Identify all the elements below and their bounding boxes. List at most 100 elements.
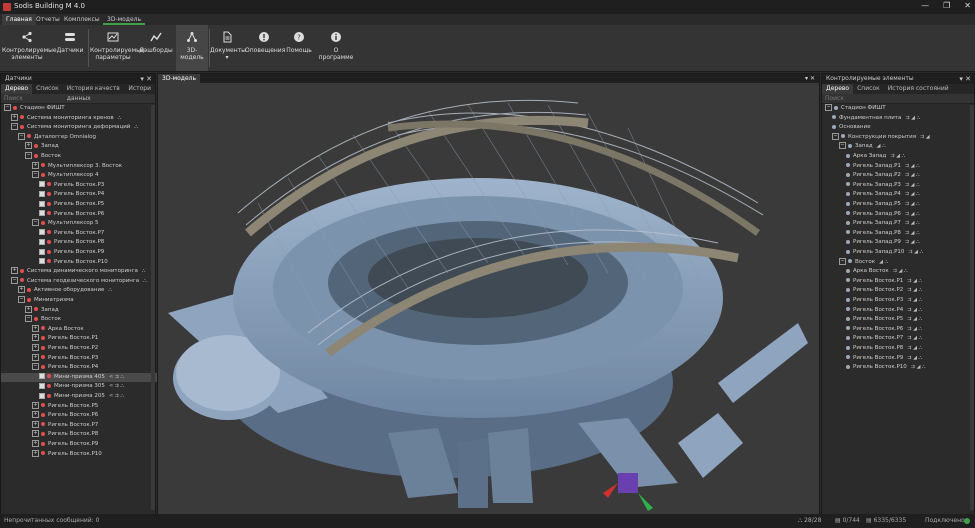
stadium-model[interactable] bbox=[158, 83, 819, 513]
tree-row[interactable]: Ригель Запад.Р7 ⇉ ◢ ⛬ bbox=[822, 219, 975, 229]
checkbox[interactable] bbox=[39, 392, 45, 399]
tab-tree[interactable]: Дерево bbox=[1, 84, 33, 94]
tree-row[interactable]: Ригель Запад.Р2 ⇉ ◢ ⛬ bbox=[822, 171, 975, 181]
tree-row[interactable]: Ригель Восток.Р2 ⇉ ◢ ⛬ bbox=[822, 286, 975, 296]
row-actions-icon[interactable]: ⛬ bbox=[143, 278, 147, 284]
row-actions-icon[interactable]: ⇉ ◢ ⛬ bbox=[905, 182, 920, 188]
row-actions-icon[interactable]: ◢ ⛬ bbox=[877, 143, 886, 149]
tree-row[interactable]: Ригель Восток.Р9 ⇉ ◢ ⛬ bbox=[822, 354, 975, 364]
expand-icon[interactable]: + bbox=[11, 267, 18, 275]
tree-row[interactable]: Ригель Восток.Р3 ⇉ ◢ ⛬ bbox=[822, 296, 975, 306]
row-actions-icon[interactable]: ⋖ ⇉ ⛬ bbox=[109, 383, 124, 389]
row-actions-icon[interactable]: ◢ ⛬ bbox=[879, 259, 888, 265]
row-actions-icon[interactable]: ⋖ ⇉ ⛬ bbox=[109, 374, 124, 380]
collapse-icon[interactable]: − bbox=[32, 363, 39, 371]
row-actions-icon[interactable]: ⛬ bbox=[142, 268, 146, 274]
row-actions-icon[interactable]: ⇉ ◢ ⛬ bbox=[905, 211, 920, 217]
tree-row[interactable]: Ригель Восток.Р4 ⇉ ◢ ⛬ bbox=[822, 306, 975, 316]
panel-menu-button[interactable]: ▾ bbox=[140, 75, 144, 83]
collapse-icon[interactable]: − bbox=[825, 104, 832, 111]
3d-viewport[interactable]: 3D-модель ▾ ✕ bbox=[157, 73, 820, 515]
tree-row[interactable]: − Система геодезического мониторинга ⛬ bbox=[1, 276, 159, 287]
viewport-close-button[interactable]: ✕ bbox=[810, 75, 815, 82]
collapse-icon[interactable]: − bbox=[18, 296, 25, 303]
tab-history[interactable]: Истори bbox=[124, 84, 155, 94]
row-actions-icon[interactable]: ⇉ ◢ ⛬ bbox=[905, 172, 920, 178]
checkbox[interactable] bbox=[39, 210, 45, 217]
tree-row[interactable]: Ригель Запад.Р4 ⇉ ◢ ⛬ bbox=[822, 190, 975, 200]
tree-row[interactable]: + Система мониторинга кренов ⛬ bbox=[1, 113, 159, 124]
collapse-icon[interactable]: − bbox=[25, 315, 32, 323]
collapse-icon[interactable]: − bbox=[32, 219, 39, 227]
tree-row[interactable]: + Активное оборудование ⛬ bbox=[1, 286, 166, 296]
row-actions-icon[interactable]: ⋖ ⇉ ⛬ bbox=[109, 393, 124, 399]
tree-row[interactable]: Ригель Запад.Р8 ⇉ ◢ ⛬ bbox=[822, 229, 975, 239]
tree-row[interactable]: Ригель Восток.Р1 ⇉ ◢ ⛬ bbox=[822, 277, 975, 287]
row-actions-icon[interactable]: ⇉ ◢ bbox=[920, 134, 930, 140]
expand-icon[interactable]: + bbox=[32, 324, 39, 332]
row-actions-icon[interactable]: ⇉ ◢ ⛬ bbox=[907, 345, 922, 351]
row-actions-icon[interactable]: ⇉ ◢ ⛬ bbox=[905, 230, 920, 236]
row-actions-icon[interactable]: ⛬ bbox=[134, 124, 138, 130]
3d-model-button[interactable]: 3D-модель bbox=[176, 25, 208, 71]
collapse-icon[interactable]: − bbox=[18, 132, 25, 140]
tree-row[interactable]: Фундаментная плита ⇉ ◢ ⛬ bbox=[822, 114, 975, 124]
checkbox[interactable] bbox=[39, 200, 45, 207]
collapse-icon[interactable]: − bbox=[32, 171, 39, 179]
tree-row[interactable]: Основание bbox=[822, 123, 975, 133]
tree-row[interactable]: Ригель Запад.Р6 ⇉ ◢ ⛬ bbox=[822, 210, 975, 220]
checkbox[interactable] bbox=[39, 190, 45, 197]
tab-state-history[interactable]: История состояний bbox=[884, 84, 953, 94]
row-actions-icon[interactable]: ⇉ ◢ ⛬ bbox=[907, 278, 922, 284]
collapse-icon[interactable]: − bbox=[839, 142, 846, 150]
tab-list[interactable]: Список bbox=[853, 84, 884, 94]
row-actions-icon[interactable]: ⇉ ◢ ⛬ bbox=[908, 249, 923, 255]
tree-row[interactable]: Ригель Запад.Р10 ⇉ ◢ ⛬ bbox=[822, 248, 975, 258]
tree-row[interactable]: − Стадион ФИШТ bbox=[1, 104, 152, 114]
checkbox[interactable] bbox=[39, 229, 45, 236]
controlled-elements-button[interactable]: Контролируемые элементы bbox=[2, 25, 57, 71]
collapse-icon[interactable]: − bbox=[839, 257, 846, 265]
row-actions-icon[interactable]: ⛬ bbox=[108, 287, 112, 293]
tree-row[interactable]: Ригель Восток.Р10 ⇉ ◢ ⛬ bbox=[822, 363, 975, 373]
scrollbar[interactable] bbox=[970, 105, 974, 510]
collapse-icon[interactable]: − bbox=[25, 152, 32, 159]
tree-row[interactable]: − Даталоггер Omnialog bbox=[1, 132, 166, 143]
expand-icon[interactable]: + bbox=[25, 305, 32, 313]
expand-icon[interactable]: + bbox=[18, 286, 25, 294]
row-actions-icon[interactable]: ⛬ bbox=[118, 115, 122, 121]
tree-row[interactable]: − Миниатризма bbox=[1, 296, 166, 306]
help-button[interactable]: ? Помощь bbox=[284, 25, 314, 71]
tab-data-quality-history[interactable]: История качеств данных bbox=[63, 84, 125, 102]
expand-icon[interactable]: + bbox=[32, 161, 39, 169]
tab-reports[interactable]: Отчеты bbox=[32, 14, 64, 25]
row-actions-icon[interactable]: ⇉ ◢ ⛬ bbox=[905, 163, 920, 169]
tree-row[interactable]: Ригель Запад.Р3 ⇉ ◢ ⛬ bbox=[822, 181, 975, 191]
row-actions-icon[interactable]: ⇉ ◢ ⛬ bbox=[893, 268, 908, 274]
tree-row[interactable]: Ригель Восток.Р8 ⇉ ◢ ⛬ bbox=[822, 344, 975, 354]
row-actions-icon[interactable]: ⇉ ◢ ⛬ bbox=[907, 326, 922, 332]
expand-icon[interactable]: + bbox=[32, 440, 39, 447]
row-actions-icon[interactable]: ⇉ ◢ ⛬ bbox=[905, 239, 920, 245]
checkbox[interactable] bbox=[39, 248, 45, 255]
tree-row[interactable]: Ригель Запад.Р5 ⇉ ◢ ⛬ bbox=[822, 200, 975, 210]
row-actions-icon[interactable]: ⇉ ◢ ⛬ bbox=[907, 316, 922, 322]
viewport-menu-button[interactable]: ▾ bbox=[805, 75, 808, 82]
expand-icon[interactable]: + bbox=[32, 401, 39, 409]
tree-row[interactable]: − Запад ◢ ⛬ bbox=[822, 142, 975, 152]
tab-main[interactable]: Главная bbox=[2, 14, 36, 25]
row-actions-icon[interactable]: ⇉ ◢ ⛬ bbox=[890, 153, 905, 159]
expand-icon[interactable]: + bbox=[32, 353, 39, 361]
collapse-icon[interactable]: − bbox=[4, 104, 11, 111]
row-actions-icon[interactable]: ⇉ ◢ ⛬ bbox=[907, 355, 922, 361]
panel-menu-button[interactable]: ▾ bbox=[959, 75, 963, 83]
collapse-icon[interactable]: − bbox=[832, 132, 839, 140]
checkbox[interactable] bbox=[39, 382, 45, 389]
tree-row[interactable]: − Восток ◢ ⛬ bbox=[822, 257, 975, 268]
controlled-params-button[interactable]: Контролируемые параметры bbox=[90, 25, 145, 71]
documents-button[interactable]: Документы ▾ bbox=[210, 25, 246, 71]
expand-icon[interactable]: + bbox=[32, 344, 39, 351]
about-button[interactable]: О программе bbox=[316, 25, 356, 71]
row-actions-icon[interactable]: ⇉ ◢ ⛬ bbox=[905, 115, 920, 121]
expand-icon[interactable]: + bbox=[32, 430, 39, 438]
